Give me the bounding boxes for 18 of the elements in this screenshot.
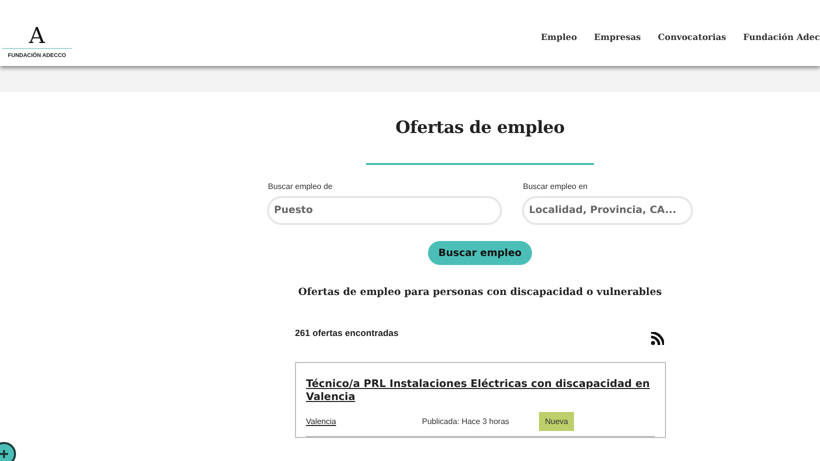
job-title-link[interactable]: Técnico/a PRL Instalaciones Eléctricas con discapacidad en Valencia <box>306 378 655 404</box>
nav-link[interactable]: Empresas <box>594 33 641 43</box>
nav-link[interactable]: Empleo <box>540 33 577 43</box>
search-field[interactable]: Puesto <box>267 196 502 225</box>
results-count: 261 ofertas encontradas <box>295 328 399 338</box>
location-link[interactable]: Valencia <box>306 417 422 426</box>
logo-letter[interactable]: A <box>29 26 45 48</box>
field-label: Buscar empleo de <box>268 182 334 191</box>
new-badge: Nueva <box>539 412 574 431</box>
rss-icon[interactable] <box>651 332 664 345</box>
page-title: Ofertas de empleo <box>394 118 566 138</box>
field-label: Buscar empleo en <box>523 182 588 191</box>
published-date: Publicada: Hace 3 horas <box>422 417 510 426</box>
nav-link[interactable]: Fundación Adec <box>743 33 820 43</box>
search-field[interactable]: Localidad, Provincia, CA... <box>522 196 693 225</box>
section-subtitle: Ofertas de empleo para personas con discapacidad o vulnerables <box>297 287 663 298</box>
nav-link[interactable]: Convocatorias <box>658 33 726 43</box>
search-button[interactable]: Buscar empleo <box>428 241 532 265</box>
